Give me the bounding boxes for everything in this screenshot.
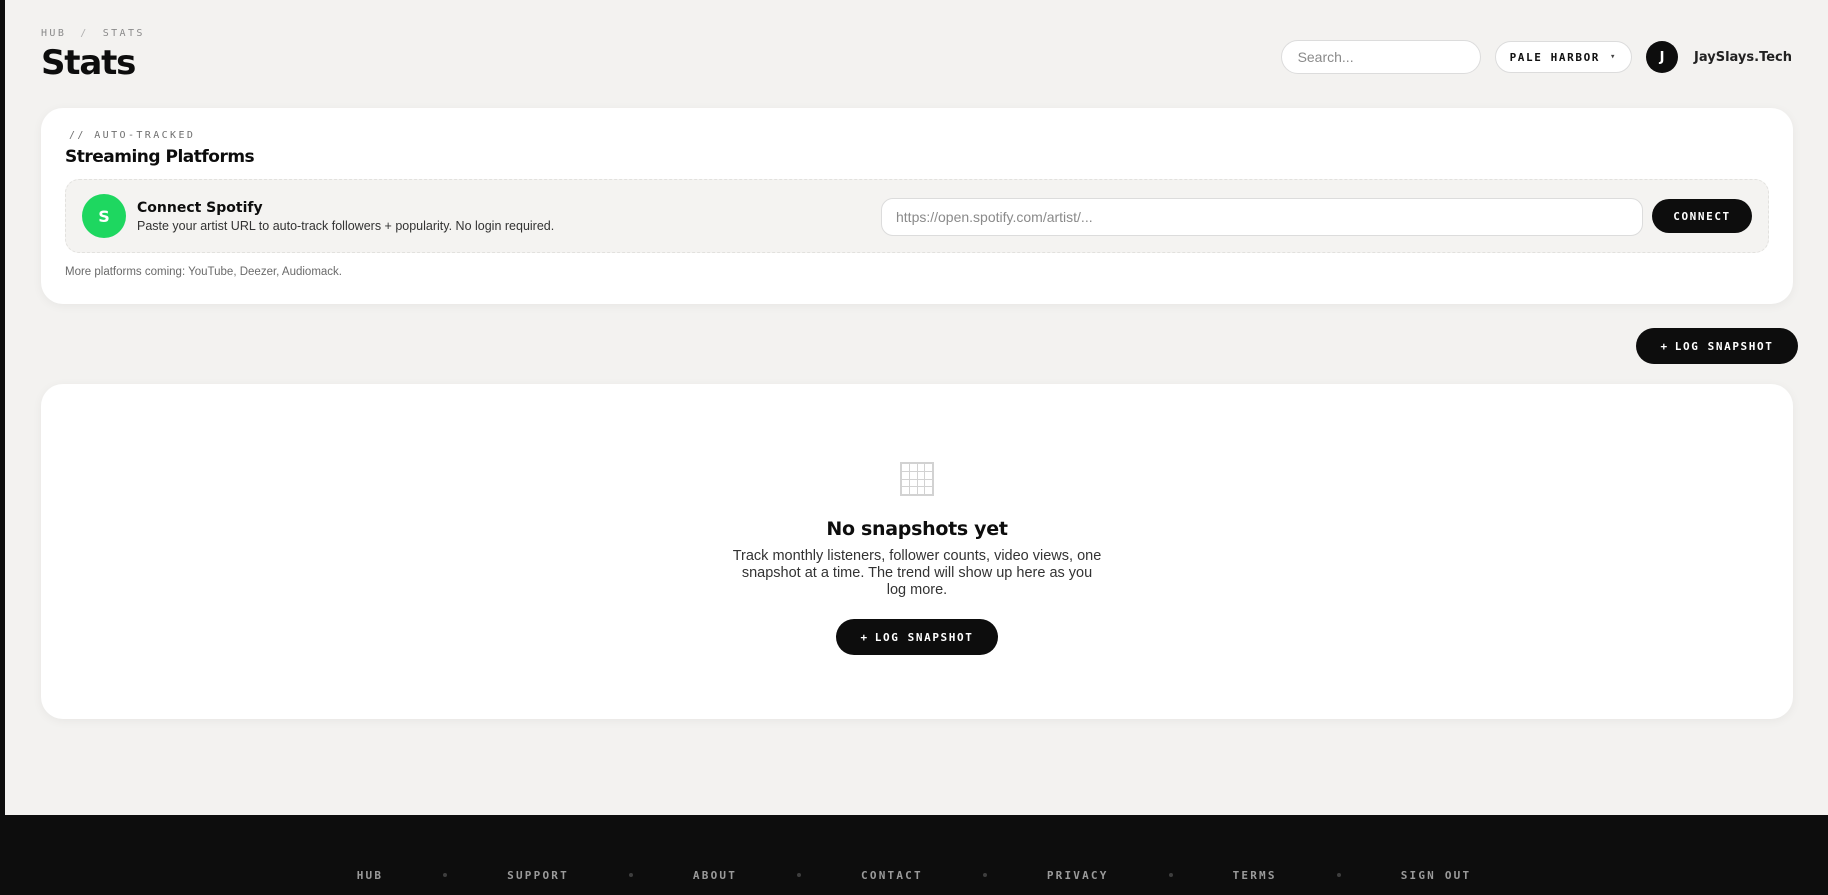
chevron-down-icon: ▾: [1610, 52, 1618, 62]
breadcrumb-hub[interactable]: HUB: [41, 28, 66, 39]
footer: HUB SUPPORT ABOUT CONTACT PRIVACY TERMS …: [0, 815, 1828, 895]
log-snapshot-button[interactable]: + LOG SNAPSHOT: [1636, 328, 1798, 364]
footer-link-hub[interactable]: HUB: [357, 869, 383, 882]
footer-separator: [982, 873, 987, 877]
empty-state-description: Track monthly listeners, follower counts…: [732, 548, 1102, 598]
header-controls: PALE HARBOR ▾ J JaySlays.Tech: [1280, 40, 1792, 74]
footer-link-about[interactable]: ABOUT: [693, 869, 737, 882]
grid-icon: [900, 462, 934, 496]
footer-nav: HUB SUPPORT ABOUT CONTACT PRIVACY TERMS …: [357, 869, 1472, 882]
plus-icon: +: [860, 630, 869, 644]
connect-button[interactable]: CONNECT: [1652, 199, 1752, 233]
footer-separator: [797, 873, 802, 877]
empty-log-snapshot-button[interactable]: + LOG SNAPSHOT: [836, 619, 998, 655]
footer-separator: [1336, 873, 1341, 877]
user-name[interactable]: JaySlays.Tech: [1694, 50, 1792, 65]
search-input[interactable]: [1280, 40, 1481, 74]
log-snapshot-label: LOG SNAPSHOT: [1674, 339, 1774, 353]
empty-state-title: No snapshots yet: [826, 518, 1008, 540]
more-platforms-note: More platforms coming: YouTube, Deezer, …: [65, 266, 342, 278]
breadcrumb: HUB / STATS: [41, 28, 1792, 39]
breadcrumb-current: STATS: [102, 28, 145, 39]
log-snapshot-label: LOG SNAPSHOT: [874, 630, 974, 644]
footer-link-contact[interactable]: CONTACT: [861, 869, 923, 882]
spotify-text: Connect Spotify Paste your artist URL to…: [137, 200, 554, 233]
workspace-select[interactable]: PALE HARBOR ▾: [1494, 41, 1633, 73]
footer-separator: [443, 873, 448, 877]
spotify-connect-row: S Connect Spotify Paste your artist URL …: [65, 179, 1769, 253]
plus-icon: +: [1660, 339, 1669, 353]
app-canvas: HUB / STATS Stats PALE HARBOR ▾ J JaySla…: [5, 0, 1828, 815]
streaming-platforms-card: // AUTO-TRACKED Streaming Platforms S Co…: [41, 108, 1793, 304]
spotify-description: Paste your artist URL to auto-track foll…: [137, 218, 555, 233]
spotify-url-input[interactable]: [881, 198, 1643, 236]
section-eyebrow: // AUTO-TRACKED: [69, 130, 196, 141]
footer-link-support[interactable]: SUPPORT: [507, 869, 569, 882]
footer-link-terms[interactable]: TERMS: [1233, 869, 1277, 882]
footer-separator: [1168, 873, 1173, 877]
workspace-name: PALE HARBOR: [1509, 50, 1601, 64]
footer-link-sign-out[interactable]: SIGN OUT: [1401, 869, 1472, 882]
empty-state: No snapshots yet Track monthly listeners…: [41, 462, 1793, 655]
spotify-title: Connect Spotify: [137, 199, 263, 216]
top-bar: HUB / STATS Stats PALE HARBOR ▾ J JaySla…: [41, 28, 1792, 88]
breadcrumb-separator: /: [80, 28, 89, 39]
footer-link-privacy[interactable]: PRIVACY: [1047, 869, 1109, 882]
spotify-icon: S: [82, 194, 126, 238]
avatar[interactable]: J: [1646, 41, 1679, 73]
snapshots-card: No snapshots yet Track monthly listeners…: [41, 384, 1793, 719]
footer-separator: [628, 873, 633, 877]
section-title: Streaming Platforms: [65, 147, 255, 167]
